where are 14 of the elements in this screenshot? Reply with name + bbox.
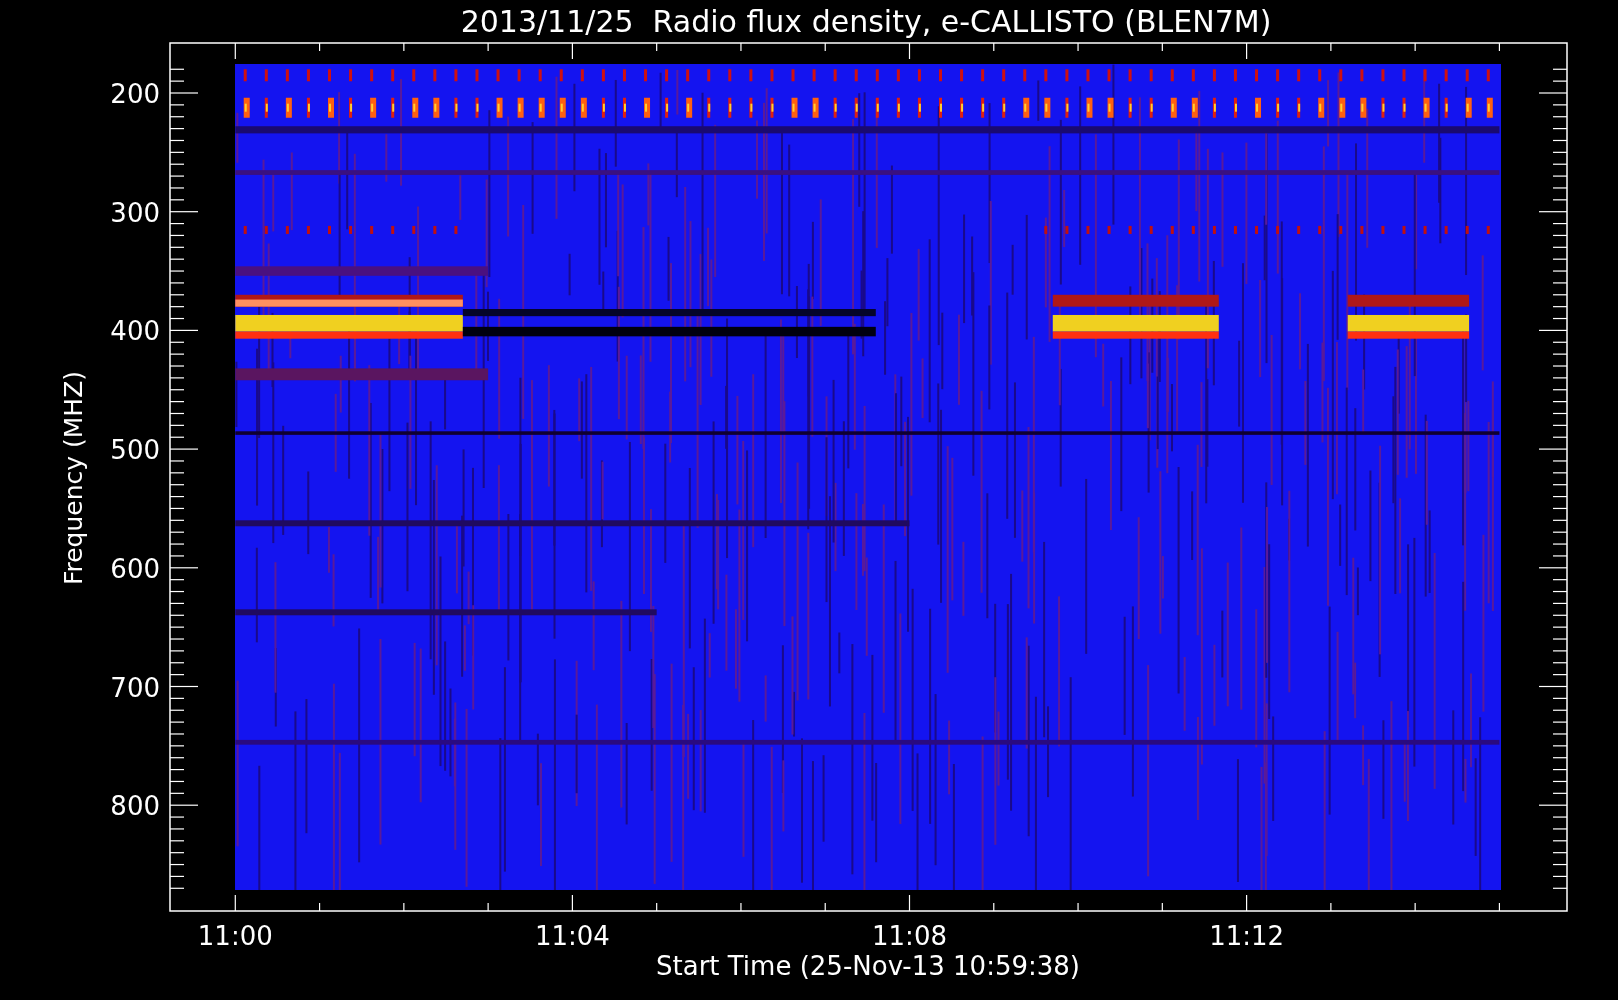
x-tick-label: 11:12 — [1209, 921, 1285, 951]
y-tick-label: 700 — [110, 672, 160, 703]
x-tick-label: 11:04 — [534, 921, 610, 951]
x-tick-label: 11:08 — [872, 921, 947, 951]
x-tick-label: 11:00 — [197, 921, 273, 951]
chart-title: 2013/11/25 Radio flux density, e-CALLISTO (BLEN7M) — [460, 4, 1272, 39]
y-tick-label: 500 — [110, 435, 160, 466]
y-tick-label: 400 — [110, 316, 160, 347]
y-tick-label: 200 — [110, 79, 160, 109]
y-tick-label: 800 — [110, 791, 160, 822]
x-axis-label: Start Time (25-Nov-13 10:59:38) — [656, 951, 1080, 981]
y-tick-label: 600 — [110, 553, 160, 584]
y-tick-label: 300 — [110, 197, 160, 228]
y-axis-label: Frequency (MHZ) — [59, 370, 88, 586]
